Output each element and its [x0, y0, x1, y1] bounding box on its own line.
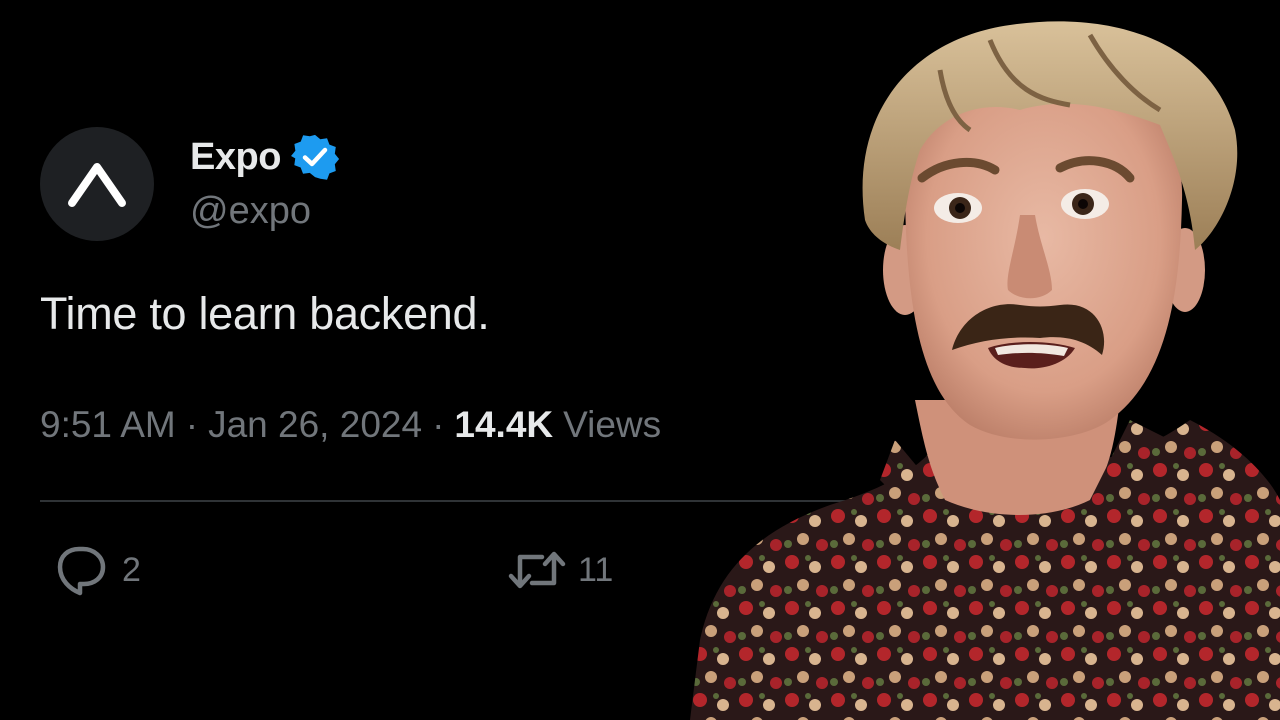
retweet-button[interactable]: 11 [506, 540, 613, 600]
expo-logo-icon [68, 163, 126, 207]
views-label: Views [563, 404, 662, 445]
author-name-row: Expo [190, 132, 339, 182]
speech-bubble-icon [57, 546, 106, 596]
tweet-text: Time to learn backend. [40, 288, 490, 339]
tweet-date[interactable]: Jan 26, 2024 [208, 404, 422, 446]
expo-avatar[interactable] [40, 127, 154, 241]
tweet-time[interactable]: 9:51 AM [40, 404, 176, 446]
author-display-name[interactable]: Expo [190, 136, 281, 179]
retweet-count: 11 [578, 550, 614, 589]
reply-button[interactable]: 2 [50, 540, 141, 600]
meta-separator: · [432, 404, 445, 445]
presenter-photo [690, 0, 1280, 720]
verified-badge-icon [290, 133, 339, 181]
views-count: 14.4K [454, 404, 554, 445]
tweet-meta: 9:51 AM · Jan 26, 2024 · 14.4K Views [40, 404, 661, 446]
author-handle[interactable]: @expo [190, 190, 311, 233]
meta-separator: · [185, 404, 199, 445]
reply-count: 2 [122, 550, 141, 589]
presenter-illustration [690, 21, 1280, 720]
retweet-arrows-icon [508, 551, 566, 589]
